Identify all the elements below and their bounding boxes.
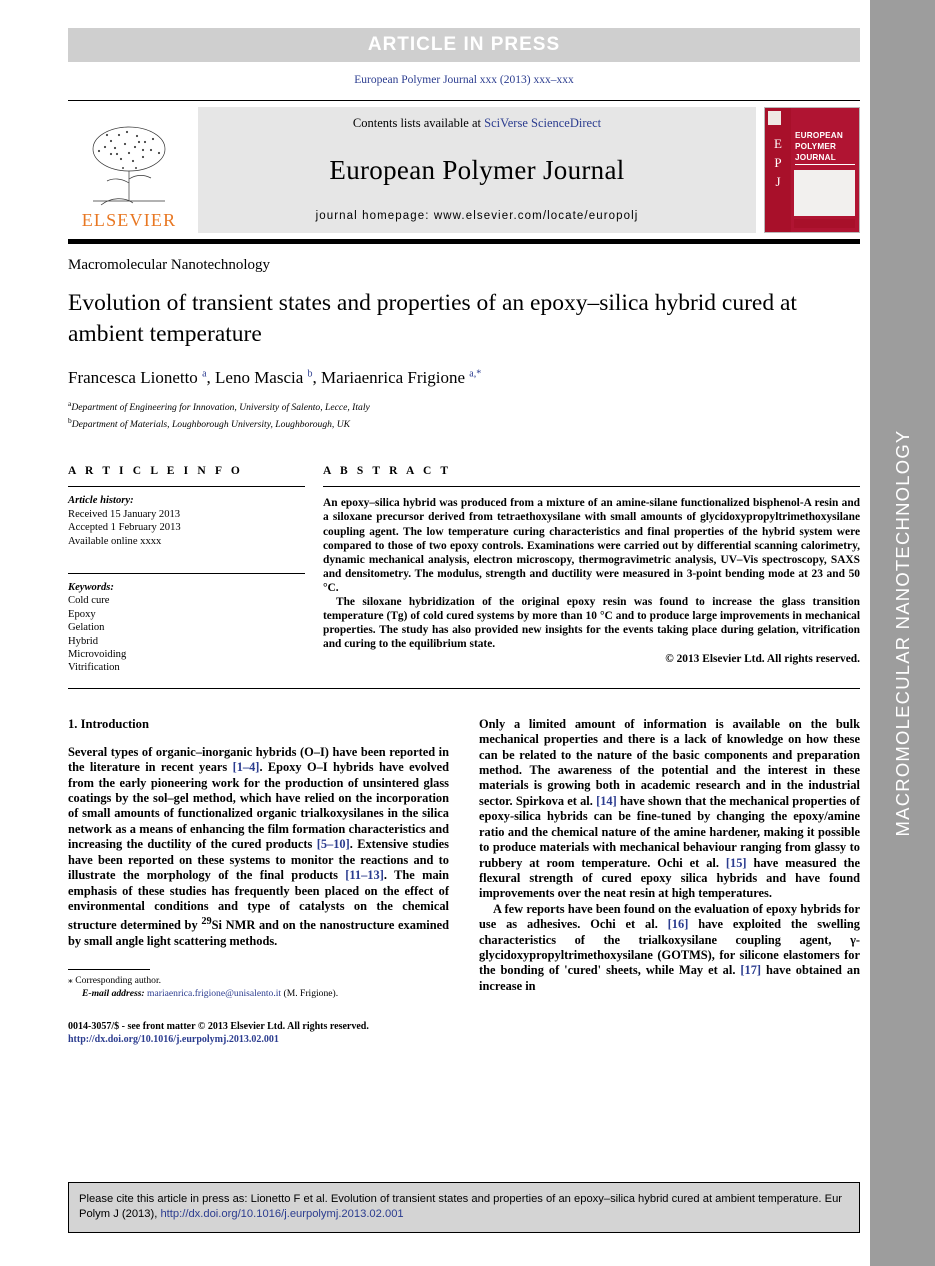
elsevier-logo: ELSEVIER <box>68 107 190 233</box>
elsevier-wordmark: ELSEVIER <box>81 210 177 230</box>
authors-line: Francesca Lionetto a, Leno Mascia b, Mar… <box>68 368 482 387</box>
article-in-press-banner: ARTICLE IN PRESS <box>68 28 860 62</box>
journal-masthead: ELSEVIER Contents lists available at Sci… <box>68 100 860 233</box>
history-received: Received 15 January 2013 <box>68 508 181 520</box>
contents-prefix: Contents lists available at <box>352 116 485 130</box>
intro-paragraph-1: Several types of organic–inorganic hybri… <box>68 744 449 948</box>
abstract-heading: A B S T R A C T <box>323 465 452 478</box>
masthead-bottom-rule <box>68 239 860 244</box>
affiliation-a: aDepartment of Engineering for Innovatio… <box>68 399 370 414</box>
info-abstract-region: A R T I C L E I N F O Article history: R… <box>68 465 860 674</box>
cite-doi-link[interactable]: http://dx.doi.org/10.1016/j.eurpolymj.20… <box>160 1208 403 1220</box>
paper-page: ARTICLE IN PRESS European Polymer Journa… <box>0 0 935 1266</box>
abstract-bottom-rule <box>68 687 860 689</box>
email-suffix: (M. Frigione). <box>283 988 339 1000</box>
right-paragraph-1: Only a limited amount of information is … <box>479 716 860 901</box>
keyword-item: Cold cure <box>68 595 110 607</box>
keyword-item: Vitrification <box>68 662 120 674</box>
abstract-body: An epoxy–silica hybrid was produced from… <box>323 496 860 651</box>
footnote-rule <box>68 969 150 971</box>
article-info-column: A R T I C L E I N F O Article history: R… <box>68 465 323 674</box>
heading-introduction: 1. Introduction <box>68 716 149 731</box>
article-info-heading: A R T I C L E I N F O <box>68 465 243 478</box>
issn-text: 0014-3057/$ - see front matter © 2013 El… <box>68 1021 369 1033</box>
issn-copyright-line: 0014-3057/$ - see front matter © 2013 El… <box>68 1020 449 1046</box>
abstract-column: A B S T R A C T An epoxy–silica hybrid w… <box>323 465 860 674</box>
journal-title: European Polymer Journal <box>329 155 625 185</box>
affiliation-b: bDepartment of Materials, Loughborough U… <box>68 416 351 431</box>
body-columns: 1. Introduction Several types of organic… <box>68 717 860 1046</box>
elsevier-mark-icon <box>768 111 781 125</box>
cover-journal-name: EUROPEAN POLYMER JOURNAL <box>795 131 844 162</box>
article-history-block: Article history: Received 15 January 201… <box>68 494 305 548</box>
email-link[interactable]: mariaenrica.frigione@unisalento.it <box>147 988 281 999</box>
affiliations: aDepartment of Engineering for Innovatio… <box>68 397 860 431</box>
cite-this-article-box: Please cite this article in press as: Li… <box>68 1182 860 1233</box>
history-online: Available online xxxx <box>68 535 162 547</box>
email-label: E-mail address: <box>82 988 145 1000</box>
masthead-center: Contents lists available at SciVerse Sci… <box>198 107 756 233</box>
corresponding-marker: ⁎ <box>68 975 73 987</box>
article-in-press-label: ARTICLE IN PRESS <box>367 34 561 55</box>
keyword-item: Gelation <box>68 622 105 634</box>
body-column-left: 1. Introduction Several types of organic… <box>68 717 449 1046</box>
corresponding-author-footnote: ⁎ Corresponding author. E-mail address: … <box>68 974 449 1000</box>
abstract-paragraph: The siloxane hybridization of the origin… <box>323 596 860 651</box>
abstract-paragraph: An epoxy–silica hybrid was produced from… <box>323 497 860 594</box>
contents-available-line: Contents lists available at SciVerse Sci… <box>353 116 601 131</box>
sciencedirect-link[interactable]: SciVerse ScienceDirect <box>484 116 601 130</box>
right-paragraph-2: A few reports have been found on the eva… <box>479 901 860 993</box>
abstract-copyright: © 2013 Elsevier Ltd. All rights reserved… <box>665 653 860 666</box>
journal-cover-thumbnail: E P J EUROPEAN POLYMER JOURNAL <box>764 107 860 233</box>
keyword-item: Epoxy <box>68 608 96 620</box>
corresponding-text: Corresponding author. <box>75 975 162 987</box>
cover-epj-letters: E P J <box>774 136 782 189</box>
doi-link[interactable]: http://dx.doi.org/10.1016/j.eurpolymj.20… <box>68 1033 449 1046</box>
history-accepted: Accepted 1 February 2013 <box>68 522 181 534</box>
section-name: Macromolecular Nanotechnology <box>68 257 271 273</box>
body-column-right: Only a limited amount of information is … <box>479 717 860 1046</box>
elsevier-tree-icon <box>92 126 166 206</box>
page-content: ARTICLE IN PRESS European Polymer Journa… <box>0 0 870 1266</box>
article-history-label: Article history: <box>68 495 134 507</box>
keywords-label: Keywords: <box>68 582 114 593</box>
keyword-item: Microvoiding <box>68 649 127 661</box>
cover-artwork <box>794 170 855 216</box>
sidebar-vertical-label: MACROMOLECULAR NANOTECHNOLOGY <box>891 429 913 837</box>
keyword-item: Hybrid <box>68 635 99 647</box>
page-title: Evolution of transient states and proper… <box>68 290 797 347</box>
journal-homepage-line[interactable]: journal homepage: www.elsevier.com/locat… <box>316 210 639 222</box>
sidebar-running-head: MACROMOLECULAR NANOTECHNOLOGY <box>870 0 935 1266</box>
keywords-block: Keywords: Cold cure Epoxy Gelation Hybri… <box>68 581 305 675</box>
cite-text: Please cite this article in press as: Li… <box>79 1192 849 1222</box>
journal-reference-line: European Polymer Journal xxx (2013) xxx–… <box>354 74 574 86</box>
